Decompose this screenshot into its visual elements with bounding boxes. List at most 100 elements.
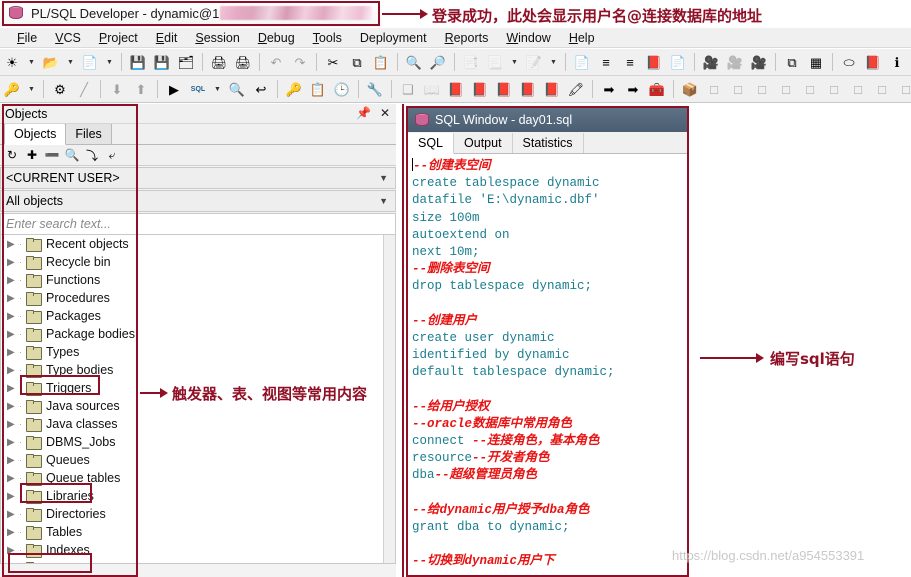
execute-icon[interactable]: ▶	[163, 78, 185, 100]
chevron-down-icon[interactable]: ▼	[547, 51, 560, 73]
pdf-icon[interactable]: 📕	[862, 51, 884, 73]
outdent-icon[interactable]: ≡	[619, 51, 641, 73]
step-forward-red-icon[interactable]: ➡	[622, 78, 644, 100]
chevron-right-icon[interactable]: ▶	[7, 293, 19, 304]
menu-item-vcs[interactable]: VCS	[46, 29, 90, 47]
red-book-2-icon[interactable]: 📕	[469, 78, 491, 100]
chevron-right-icon[interactable]: ▶	[7, 365, 19, 376]
menu-item-project[interactable]: Project	[90, 29, 147, 47]
tab-statistics[interactable]: Statistics	[512, 133, 584, 153]
remove-icon[interactable]: ➖	[44, 147, 60, 163]
tree-item-procedures[interactable]: ▶ · Procedures	[1, 289, 395, 307]
tree-item-indexes[interactable]: ▶ · Indexes	[1, 541, 395, 559]
chevron-down-icon[interactable]: ▼	[25, 51, 38, 73]
refresh-icon[interactable]: ↻	[4, 147, 20, 163]
menu-item-deployment[interactable]: Deployment	[351, 29, 436, 47]
menu-item-file[interactable]: File	[8, 29, 46, 47]
add-icon[interactable]: ✚	[24, 147, 40, 163]
menu-item-window[interactable]: Window	[497, 29, 559, 47]
oracle-icon[interactable]: ⬭	[838, 51, 860, 73]
menu-item-help[interactable]: Help	[560, 29, 604, 47]
reopen-icon[interactable]: 📄	[79, 51, 101, 73]
tools-wrench-icon[interactable]: 🔧	[364, 78, 386, 100]
menu-item-tools[interactable]: Tools	[304, 29, 351, 47]
explain-plan-icon[interactable]: 🔍	[226, 78, 248, 100]
red-book-icon[interactable]: 📕	[445, 78, 467, 100]
chevron-down-icon[interactable]: ▼	[211, 78, 224, 100]
chevron-right-icon[interactable]: ▶	[7, 275, 19, 286]
chevron-right-icon[interactable]: ▶	[7, 383, 19, 394]
tree-item-queue-tables[interactable]: ▶ · Queue tables	[1, 469, 395, 487]
cascade-windows-icon[interactable]: ⧉	[781, 51, 803, 73]
tree-item-libraries[interactable]: ▶ · Libraries	[1, 487, 395, 505]
tree-item-functions[interactable]: ▶ · Functions	[1, 271, 395, 289]
chevron-right-icon[interactable]: ▶	[7, 329, 19, 340]
copy-icon[interactable]: ⧉	[346, 51, 368, 73]
chevron-right-icon[interactable]: ▶	[7, 527, 19, 538]
chevron-down-icon[interactable]: ▼	[103, 51, 116, 73]
check-syntax-icon[interactable]: 📄	[571, 51, 593, 73]
menu-item-edit[interactable]: Edit	[147, 29, 187, 47]
comment-icon[interactable]: 📕	[643, 51, 665, 73]
tree-item-types[interactable]: ▶ · Types	[1, 343, 395, 361]
tab-files[interactable]: Files	[65, 123, 112, 144]
save-as-icon[interactable]: 💾	[151, 51, 173, 73]
tree-item-type-bodies[interactable]: ▶ · Type bodies	[1, 361, 395, 379]
chevron-right-icon[interactable]: ▶	[7, 455, 19, 466]
rollback-icon[interactable]: ↩	[250, 78, 272, 100]
find-next-icon[interactable]: 🔎	[427, 51, 449, 73]
find-icon[interactable]: 🔍	[64, 147, 80, 163]
tab-output[interactable]: Output	[454, 133, 513, 153]
red-book-3-icon[interactable]: 📕	[493, 78, 515, 100]
tree-item-constraints[interactable]: ▶· Constraints	[1, 559, 395, 564]
menu-item-session[interactable]: Session	[186, 29, 248, 47]
tree-item-java-classes[interactable]: ▶ · Java classes	[1, 415, 395, 433]
chevron-right-icon[interactable]: ▶	[7, 509, 19, 520]
lock-icon[interactable]: ⤶	[104, 147, 120, 163]
new-icon[interactable]: ☀	[1, 51, 23, 73]
sql-editor[interactable]: --创建表空间 create tablespace dynamic datafile…	[408, 154, 687, 575]
chevron-down-icon[interactable]: ▼	[64, 51, 77, 73]
chevron-right-icon[interactable]: ▶	[7, 419, 19, 430]
tab-objects[interactable]: Objects	[4, 123, 67, 145]
chevron-right-icon[interactable]: ▶	[7, 491, 19, 502]
print-icon[interactable]: 🖨	[208, 51, 230, 73]
uncomment-icon[interactable]: 📄	[667, 51, 689, 73]
paste-icon[interactable]: 📋	[370, 51, 392, 73]
chevron-right-icon[interactable]: ▶	[7, 347, 19, 358]
red-book-5-icon[interactable]: 📕	[541, 78, 563, 100]
search-input[interactable]: Enter search text...	[0, 213, 396, 235]
user-selector-combo[interactable]: <CURRENT USER> ▼	[0, 167, 396, 189]
find-icon[interactable]: 🔍	[403, 51, 425, 73]
test-icon[interactable]: 📋	[307, 78, 329, 100]
tile-windows-icon[interactable]: ▦	[805, 51, 827, 73]
record-macro-icon[interactable]: 🎥	[700, 51, 722, 73]
new-sql-window-icon[interactable]: SQL	[187, 78, 209, 100]
chevron-right-icon[interactable]: ▶	[7, 257, 19, 268]
play-macro-icon[interactable]: 🎥	[748, 51, 770, 73]
tree-vertical-scrollbar[interactable]	[383, 235, 395, 563]
open-folder-icon[interactable]: 📂	[40, 51, 62, 73]
menu-item-reports[interactable]: Reports	[436, 29, 498, 47]
chevron-down-icon[interactable]: ▼	[25, 78, 38, 100]
toolbox-icon[interactable]: 🧰	[646, 78, 668, 100]
print-setup-icon[interactable]: 🖨	[232, 51, 254, 73]
chevron-right-icon[interactable]: ▶	[7, 545, 19, 556]
tree-item-directories[interactable]: ▶ · Directories	[1, 505, 395, 523]
chevron-right-icon[interactable]: ▶	[7, 563, 19, 564]
history-icon[interactable]: 🕒	[331, 78, 353, 100]
chevron-right-icon[interactable]: ▶	[7, 311, 19, 322]
indent-icon[interactable]: ≡	[595, 51, 617, 73]
cut-icon[interactable]: ✂	[322, 51, 344, 73]
session-icon[interactable]: 🔑	[283, 78, 305, 100]
info-icon[interactable]: ℹ	[886, 51, 908, 73]
tree-item-recycle-bin[interactable]: ▶ · Recycle bin	[1, 253, 395, 271]
logon-key-icon[interactable]: 🔑	[1, 78, 23, 100]
chevron-right-icon[interactable]: ▶	[7, 401, 19, 412]
red-pen-icon[interactable]: 🖍	[565, 78, 587, 100]
close-icon[interactable]: ✕	[380, 106, 390, 120]
pin-icon[interactable]: 📌	[356, 106, 371, 120]
tree-item-packages[interactable]: ▶ · Packages	[1, 307, 395, 325]
tree-item-tables[interactable]: ▶ · Tables	[1, 523, 395, 541]
tree-item-package-bodies[interactable]: ▶ · Package bodies	[1, 325, 395, 343]
